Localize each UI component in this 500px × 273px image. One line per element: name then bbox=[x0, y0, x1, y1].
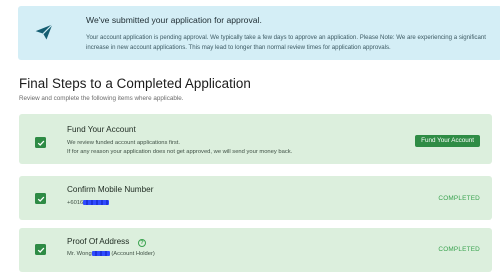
banner-body: Your account application is pending appr… bbox=[86, 34, 486, 51]
step-card-proof-of-address: Proof Of Address ? Mr. Wong (Account Hol… bbox=[19, 228, 492, 272]
checkmark-icon bbox=[37, 196, 44, 202]
step-title: Confirm Mobile Number bbox=[67, 185, 154, 194]
fund-account-button[interactable]: Fund Your Account bbox=[415, 135, 480, 147]
paper-plane-icon bbox=[35, 24, 53, 40]
step-description-line: If for any reason your application does … bbox=[67, 149, 293, 155]
step-card-mobile-number: Confirm Mobile Number +6016 COMPLETED bbox=[19, 176, 492, 220]
redaction-mark bbox=[91, 250, 110, 256]
mobile-number-value: +6016 bbox=[67, 199, 110, 208]
page-title: Final Steps to a Completed Application bbox=[19, 76, 251, 91]
step-card-fund-account: Fund Your Account We review funded accou… bbox=[19, 114, 492, 164]
help-icon[interactable]: ? bbox=[138, 239, 146, 247]
account-holder-value: Mr. Wong (Account Holder) bbox=[67, 250, 155, 259]
redaction-mark bbox=[83, 199, 110, 205]
checkbox-checked-icon[interactable] bbox=[35, 244, 46, 255]
account-holder-suffix: (Account Holder) bbox=[111, 251, 155, 257]
step-description-line: We review funded account applications fi… bbox=[67, 140, 180, 146]
account-holder-prefix: Mr. Wong bbox=[67, 251, 92, 257]
status-badge: COMPLETED bbox=[438, 195, 480, 202]
mobile-number-prefix: +6016 bbox=[67, 200, 84, 206]
step-title: Proof Of Address bbox=[67, 237, 130, 246]
checkbox-checked-icon[interactable] bbox=[35, 193, 46, 204]
checkmark-icon bbox=[37, 140, 44, 146]
step-title: Fund Your Account bbox=[67, 125, 136, 134]
banner-title: We've submitted your application for app… bbox=[86, 15, 262, 25]
checkmark-icon bbox=[37, 247, 44, 253]
checkbox-checked-icon[interactable] bbox=[35, 137, 46, 148]
approval-banner: We've submitted your application for app… bbox=[18, 6, 500, 60]
status-badge: COMPLETED bbox=[438, 246, 480, 253]
page-subtitle: Review and complete the following items … bbox=[19, 95, 184, 102]
